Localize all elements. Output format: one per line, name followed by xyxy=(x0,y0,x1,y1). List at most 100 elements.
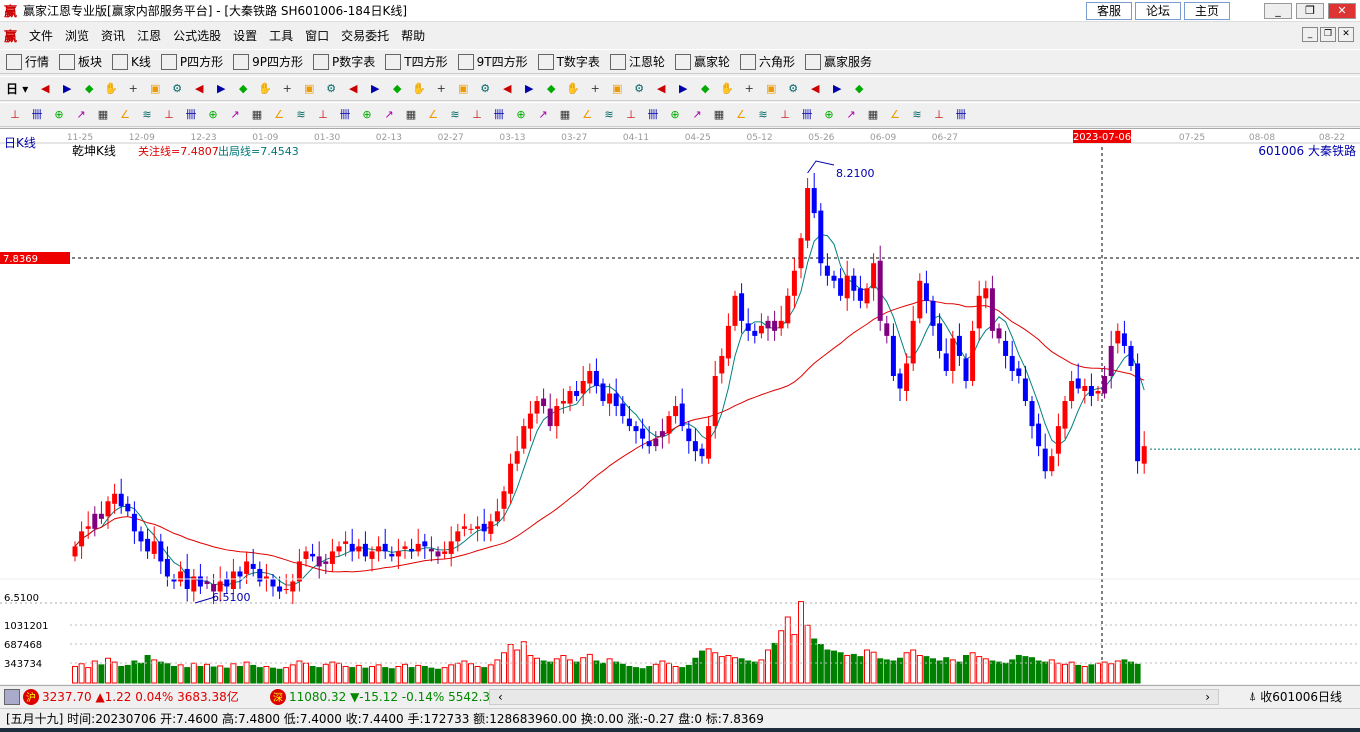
toolbar-button-12[interactable]: 赢家服务 xyxy=(804,53,872,70)
tool-icon[interactable]: ≋ xyxy=(908,106,926,124)
tool-icon[interactable]: ⚙ xyxy=(322,80,340,98)
period-select[interactable]: 日 ▾ xyxy=(6,80,28,97)
tool-icon[interactable]: ▦ xyxy=(402,106,420,124)
tool-icon[interactable]: ◀ xyxy=(498,80,516,98)
tool-icon[interactable]: ▦ xyxy=(864,106,882,124)
tool-icon[interactable]: ⊥ xyxy=(314,106,332,124)
tool-icon[interactable]: ∠ xyxy=(578,106,596,124)
toolbar-button-8[interactable]: T数字表 xyxy=(537,53,600,70)
tool-icon[interactable]: ◀ xyxy=(344,80,362,98)
tool-icon[interactable]: ▣ xyxy=(300,80,318,98)
tool-icon[interactable]: ▦ xyxy=(556,106,574,124)
tool-icon[interactable]: ⊕ xyxy=(512,106,530,124)
tool-icon[interactable]: ↗ xyxy=(688,106,706,124)
tool-icon[interactable]: ▣ xyxy=(146,80,164,98)
scroll-right-icon[interactable]: › xyxy=(1205,690,1210,704)
tool-icon[interactable]: ▦ xyxy=(710,106,728,124)
close-button[interactable]: ✕ xyxy=(1328,3,1356,19)
toolbar-button-11[interactable]: 六角形 xyxy=(739,53,795,70)
tool-icon[interactable]: ⚙ xyxy=(476,80,494,98)
tool-icon[interactable]: ≋ xyxy=(138,106,156,124)
tool-icon[interactable]: ✋ xyxy=(102,80,120,98)
tool-icon[interactable]: ⊕ xyxy=(666,106,684,124)
tool-icon[interactable]: ≋ xyxy=(754,106,772,124)
sz-index[interactable]: 11080.32 ▼-15.12 -0.14% 5542.38 xyxy=(289,690,489,704)
menu-item-1[interactable]: 浏览 xyxy=(65,27,89,44)
toolbar-button-10[interactable]: 赢家轮 xyxy=(674,53,730,70)
tool-icon[interactable]: ✋ xyxy=(256,80,274,98)
tool-icon[interactable]: ▶ xyxy=(828,80,846,98)
tool-icon[interactable]: ⊥ xyxy=(776,106,794,124)
toolbar-button-7[interactable]: 9T四方形 xyxy=(457,53,528,70)
tool-icon[interactable]: ◆ xyxy=(696,80,714,98)
tool-icon[interactable]: ✋ xyxy=(718,80,736,98)
kline-chart[interactable]: 11-25 12-09 12-23 01-09 01-30 02-13 02-27 03-13… xyxy=(0,128,1360,685)
horizontal-scrollbar[interactable]: ‹ › xyxy=(489,688,1219,705)
tool-icon[interactable]: + xyxy=(124,80,142,98)
menu-item-8[interactable]: 交易委托 xyxy=(341,27,389,44)
tool-icon[interactable]: ⊥ xyxy=(6,106,24,124)
tool-icon[interactable]: 卌 xyxy=(182,106,200,124)
toolbar-button-1[interactable]: 板块 xyxy=(59,53,102,70)
menu-item-0[interactable]: 文件 xyxy=(29,27,53,44)
menu-item-2[interactable]: 资讯 xyxy=(101,27,125,44)
tool-icon[interactable]: ≋ xyxy=(446,106,464,124)
menu-item-6[interactable]: 工具 xyxy=(269,27,293,44)
tool-icon[interactable]: ∠ xyxy=(732,106,750,124)
tool-icon[interactable]: ⊥ xyxy=(622,106,640,124)
minimize-button[interactable]: _ xyxy=(1264,3,1292,19)
toolbar-button-3[interactable]: P四方形 xyxy=(160,53,223,70)
tool-icon[interactable]: 卌 xyxy=(798,106,816,124)
menu-item-4[interactable]: 公式选股 xyxy=(173,27,221,44)
tool-icon[interactable]: ◀ xyxy=(652,80,670,98)
tool-icon[interactable]: ⊥ xyxy=(930,106,948,124)
tool-icon[interactable]: ▶ xyxy=(674,80,692,98)
tool-icon[interactable]: ∠ xyxy=(270,106,288,124)
menu-item-7[interactable]: 窗口 xyxy=(305,27,329,44)
tool-icon[interactable]: ⚙ xyxy=(168,80,186,98)
tool-icon[interactable]: ▦ xyxy=(94,106,112,124)
tool-icon[interactable]: ◀ xyxy=(190,80,208,98)
tool-icon[interactable]: ≋ xyxy=(292,106,310,124)
tool-icon[interactable]: 卌 xyxy=(644,106,662,124)
tool-icon[interactable]: 卌 xyxy=(28,106,46,124)
tool-icon[interactable]: 卌 xyxy=(490,106,508,124)
toolbar-button-5[interactable]: P数字表 xyxy=(313,53,375,70)
tool-icon[interactable]: ⊕ xyxy=(204,106,222,124)
maximize-button[interactable]: ❐ xyxy=(1296,3,1324,19)
toolbar-button-4[interactable]: 9P四方形 xyxy=(233,53,303,70)
tool-icon[interactable]: ↗ xyxy=(534,106,552,124)
tool-icon[interactable]: ∠ xyxy=(424,106,442,124)
tool-icon[interactable]: ✋ xyxy=(564,80,582,98)
tool-icon[interactable]: ⚙ xyxy=(630,80,648,98)
tool-icon[interactable]: ↗ xyxy=(72,106,90,124)
tool-icon[interactable]: ≋ xyxy=(600,106,618,124)
tool-icon[interactable]: ↗ xyxy=(380,106,398,124)
tool-icon[interactable]: ✋ xyxy=(410,80,428,98)
tool-icon[interactable]: ↗ xyxy=(226,106,244,124)
tool-icon[interactable]: ▶ xyxy=(520,80,538,98)
mdi-restore-button[interactable]: ❐ xyxy=(1320,27,1336,42)
tool-icon[interactable]: ⊕ xyxy=(820,106,838,124)
tool-icon[interactable]: 卌 xyxy=(952,106,970,124)
menu-item-5[interactable]: 设置 xyxy=(233,27,257,44)
home-link[interactable]: 主页 xyxy=(1183,2,1230,20)
tool-icon[interactable]: ◆ xyxy=(234,80,252,98)
menu-item-9[interactable]: 帮助 xyxy=(401,27,425,44)
tool-icon[interactable]: ▶ xyxy=(366,80,384,98)
tool-icon[interactable]: + xyxy=(278,80,296,98)
tool-icon[interactable]: ⊥ xyxy=(468,106,486,124)
chart-svg[interactable]: 11-25 12-09 12-23 01-09 01-30 02-13 02-27 03-13… xyxy=(0,129,1360,685)
tool-icon[interactable]: 卌 xyxy=(336,106,354,124)
tool-icon[interactable]: ▶ xyxy=(212,80,230,98)
tool-icon[interactable]: ⚙ xyxy=(784,80,802,98)
tool-icon[interactable]: ◆ xyxy=(542,80,560,98)
tool-icon[interactable]: ⊥ xyxy=(160,106,178,124)
tool-icon[interactable]: ∠ xyxy=(886,106,904,124)
tool-icon[interactable]: ◆ xyxy=(80,80,98,98)
forum-link[interactable]: 论坛 xyxy=(1134,2,1181,20)
tool-icon[interactable]: ▦ xyxy=(248,106,266,124)
tool-icon[interactable]: ↗ xyxy=(842,106,860,124)
tool-icon[interactable]: + xyxy=(740,80,758,98)
toolbar-button-2[interactable]: K线 xyxy=(112,53,151,70)
